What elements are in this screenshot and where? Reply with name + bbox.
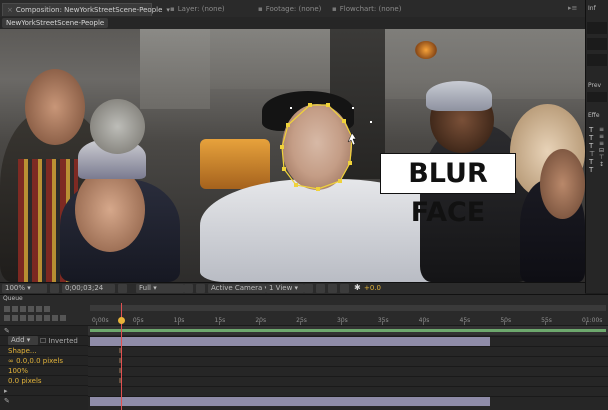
mask-mode-value: Add	[11, 336, 25, 344]
tab-composition-label: Composition: NewYorkStreetScene-People	[15, 6, 163, 14]
camera-view-value: Active Camera	[211, 284, 263, 292]
timeline-tracks[interactable]: 0:00s 05s 10s 15s 20s 25s 30s 35s 40s 45s 50s 55s 01…	[88, 303, 608, 410]
tab-layer[interactable]: ▪ Layer: (none)	[166, 3, 229, 15]
paragraph-icons[interactable]: ≡ ≡ ≡ ⊟ ⊤ ↕	[599, 126, 604, 168]
lock-icon: ▪	[332, 5, 337, 13]
layer-properties-panel: ✎ Add ▾ ☐ Inverted Shape... ∞ 0.0,0.0 pi…	[0, 303, 96, 410]
view-layout-value: 1 View	[269, 284, 293, 292]
zoom-value: 100%	[5, 284, 26, 292]
resolution-dropdown[interactable]: Full ▾	[136, 284, 184, 293]
resolution-value: Full	[139, 284, 151, 292]
toggle-pixel-icon[interactable]	[304, 284, 313, 293]
show-snapshot-icon[interactable]	[118, 284, 127, 293]
ruler-tick-label: 45s	[459, 317, 471, 324]
flowchart-icon[interactable]	[340, 284, 349, 293]
camera-view-dropdown[interactable]: Active Camera ▾	[208, 284, 268, 293]
timecode-display[interactable]: 0;00;03;24	[62, 284, 108, 293]
comp-track	[88, 326, 608, 335]
region-of-interest-icon[interactable]	[184, 284, 193, 293]
grid-icon[interactable]	[38, 284, 47, 293]
type-tool-icon[interactable]: T T T ⊤ T T	[589, 126, 595, 174]
layer-row[interactable]: ✎	[0, 395, 88, 406]
zoom-dropdown[interactable]: 100% ▾	[2, 284, 40, 293]
ruler-tick-label: 35s	[377, 317, 389, 324]
viewer-toolbar: 100% ▾ 0;00;03;24 Full ▾ Active Camera ▾…	[0, 282, 585, 294]
layer-duration-bar[interactable]	[90, 397, 490, 406]
effects-tab-label[interactable]: Effe	[588, 112, 600, 119]
mask-mode-dropdown[interactable]: Add ▾	[8, 336, 38, 345]
blur-face-label: BLUR FACE	[380, 153, 516, 228]
mask-feather-value[interactable]: 0.0,0.0 pixels	[16, 357, 63, 365]
info-readout	[587, 22, 607, 34]
lock-icon: ▪	[258, 5, 263, 13]
layer-duration-bar[interactable]	[90, 337, 490, 346]
tab-layer-label: Layer: (none)	[177, 5, 225, 13]
tab-footage[interactable]: ▪ Footage: (none)	[254, 3, 325, 15]
lock-icon: ▪	[170, 5, 175, 13]
chevron-right-icon[interactable]: ▸	[4, 387, 8, 395]
tab-flowchart-label: Flowchart: (none)	[339, 5, 402, 13]
ruler-tick-label: 50s	[500, 317, 512, 324]
tab-footage-label: Footage: (none)	[265, 5, 322, 13]
preview-controls[interactable]	[587, 92, 607, 102]
ruler-tick-label: 30s	[337, 317, 348, 324]
composition-viewer[interactable]: BLUR FACE	[0, 29, 585, 282]
ruler-tick-label: 55s	[541, 317, 552, 324]
work-area-bar[interactable]	[90, 305, 606, 311]
panel-menu-icon[interactable]: ▸≡	[568, 4, 577, 12]
inverted-label: Inverted	[48, 337, 78, 345]
fast-preview-icon[interactable]	[316, 284, 325, 293]
pen-icon: ✎	[4, 327, 10, 335]
panel-tab-bar: × Composition: NewYorkStreetScene-People ▾…	[0, 0, 585, 18]
timeline-icon[interactable]	[328, 284, 337, 293]
transparency-grid-icon[interactable]	[196, 284, 205, 293]
info-readout	[587, 38, 607, 50]
exposure-value[interactable]: +0.0	[364, 284, 381, 292]
ruler-tick-label: 0:00s	[92, 317, 109, 324]
ruler-tick-label: 25s	[296, 317, 307, 324]
render-progress-bar	[90, 329, 606, 332]
layer-toolbar	[0, 303, 88, 325]
composition-name-chip[interactable]: NewYorkStreetScene-People	[2, 18, 109, 28]
timeline-panel-label[interactable]: Queue	[3, 295, 23, 302]
close-icon[interactable]: ×	[7, 6, 13, 14]
right-panel: Inf Prev Effe T T T ⊤ T T ≡ ≡ ≡ ⊟ ⊤ ↕	[585, 0, 608, 293]
tab-composition[interactable]: × Composition: NewYorkStreetScene-People ▾	[2, 3, 170, 16]
info-tab-label[interactable]: Inf	[588, 5, 596, 12]
composition-nav-bar: NewYorkStreetScene-People	[0, 17, 585, 29]
camera-icon[interactable]	[50, 284, 59, 293]
time-ruler[interactable]: 0:00s 05s 10s 15s 20s 25s 30s 35s 40s 45s 50s 55s 01…	[88, 303, 608, 325]
ruler-tick-label: 05s	[132, 317, 144, 324]
pen-icon: ✎	[4, 397, 10, 405]
info-readout	[587, 54, 607, 66]
layer-switch-icons[interactable]	[3, 314, 67, 322]
preview-tab-label[interactable]: Prev	[588, 82, 601, 89]
view-layout-dropdown[interactable]: 1 View ▾	[266, 284, 304, 293]
ruler-tick-label: 20s	[255, 317, 267, 324]
ruler-tick-label: 15s	[214, 317, 226, 324]
ruler-tick-label: 40s	[418, 317, 430, 324]
snapshot-icon[interactable]	[106, 284, 115, 293]
layer-track	[88, 396, 608, 407]
timeline-tool-icons[interactable]	[3, 305, 51, 313]
ruler-tick-label: 10s	[173, 317, 185, 324]
playhead-handle[interactable]	[118, 317, 125, 324]
exposure-icon[interactable]: ✱	[354, 283, 361, 292]
tab-flowchart[interactable]: ▪ Flowchart: (none)	[328, 3, 405, 15]
